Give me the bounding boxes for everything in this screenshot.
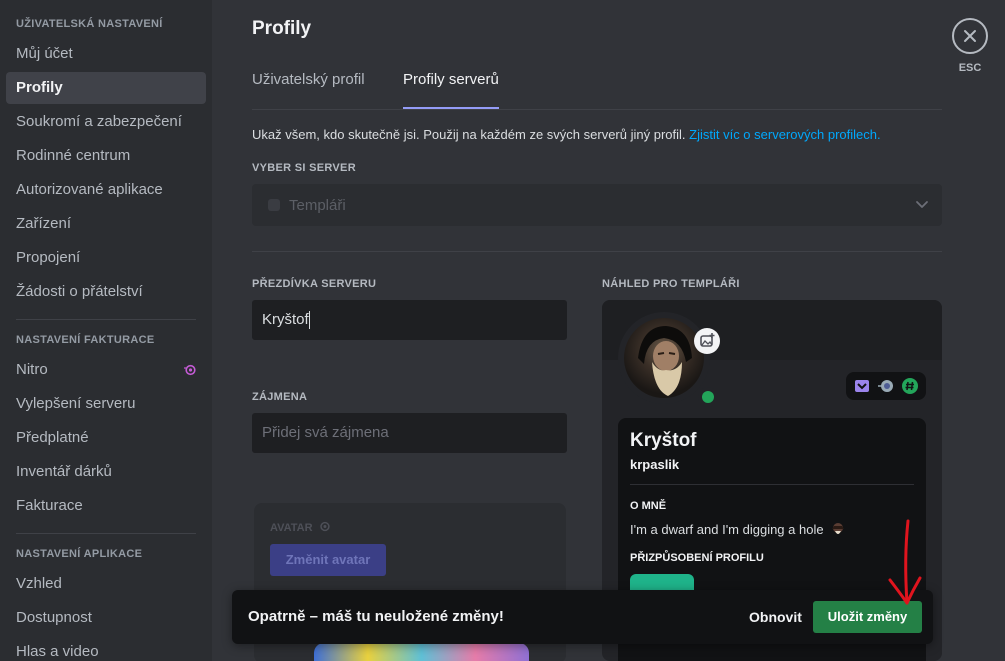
tab-server-profiles[interactable]: Profily serverů <box>403 71 499 109</box>
text-caret <box>308 311 310 330</box>
emoji-icon <box>832 523 845 534</box>
profile-divider <box>630 484 914 485</box>
display-name: Kryštof <box>630 430 697 451</box>
boost-badge-icon[interactable] <box>878 378 894 394</box>
add-image-icon[interactable] <box>694 328 720 354</box>
sidebar-item-nitro[interactable]: Nitro <box>6 354 206 386</box>
sidebar-item-gift-inventory[interactable]: Inventář dárků <box>6 456 206 488</box>
sidebar-header-user-settings: UŽIVATELSKÁ NASTAVENÍ <box>16 18 163 30</box>
username: krpaslik <box>630 457 680 472</box>
sidebar-item-friend-requests[interactable]: Žádosti o přátelství <box>6 276 206 308</box>
profile-customization-header: PŘIZPŮSOBENÍ PROFILU <box>630 552 764 564</box>
sidebar-item-label: Nitro <box>16 361 48 378</box>
close-button[interactable] <box>952 18 988 54</box>
sidebar-item-my-account[interactable]: Můj účet <box>6 38 206 70</box>
nitro-badge-icon[interactable] <box>854 378 870 394</box>
online-status-indicator <box>698 387 718 407</box>
avatar-ring <box>618 312 720 407</box>
sidebar-item-privacy-safety[interactable]: Soukromí a zabezpečení <box>6 106 206 138</box>
settings-window: UŽIVATELSKÁ NASTAVENÍ Můj účet Profily S… <box>0 0 1005 661</box>
profile-badges <box>846 372 926 400</box>
sidebar-divider <box>16 319 196 320</box>
sidebar-item-appearance[interactable]: Vzhled <box>6 568 206 600</box>
nickname-label: PŘEZDÍVKA SERVERU <box>252 278 377 290</box>
sidebar-divider <box>16 533 196 534</box>
sidebar-item-subscriptions[interactable]: Předplatné <box>6 422 206 454</box>
learn-more-link[interactable]: Zjistit víc o serverových profilech. <box>689 127 880 142</box>
nickname-value: Kryštof <box>262 311 309 328</box>
pronouns-label: ZÁJMENA <box>252 391 308 403</box>
section-divider <box>252 251 942 252</box>
settings-sidebar: UŽIVATELSKÁ NASTAVENÍ Můj účet Profily S… <box>0 0 212 661</box>
pronouns-input[interactable]: Přidej svá zájmena <box>252 413 567 453</box>
server-icon <box>268 199 280 211</box>
sidebar-header-app-settings: NASTAVENÍ APLIKACE <box>16 548 143 560</box>
chevron-down-icon <box>916 201 928 208</box>
server-select-label: VYBER SI SERVER <box>252 162 356 174</box>
avatar-decoration-art <box>314 643 529 661</box>
server-select-value: Templáři <box>289 197 346 214</box>
sidebar-header-billing: NASTAVENÍ FAKTURACE <box>16 334 155 346</box>
nickname-input[interactable]: Kryštof <box>252 300 567 340</box>
annotation-arrow-icon <box>888 519 922 605</box>
nitro-icon <box>319 521 330 532</box>
sidebar-item-authorized-apps[interactable]: Autorizované aplikace <box>6 174 206 206</box>
about-me-text: I'm a dwarf and I'm digging a hole <box>630 521 847 537</box>
sidebar-item-accessibility[interactable]: Dostupnost <box>6 602 206 634</box>
sidebar-item-profiles[interactable]: Profily <box>6 72 206 104</box>
close-icon <box>964 30 976 42</box>
sidebar-item-connections[interactable]: Propojení <box>6 242 206 274</box>
avatar <box>624 318 704 398</box>
sidebar-item-server-boost[interactable]: Vylepšení serveru <box>6 388 206 420</box>
about-me-header: O MNĚ <box>630 500 667 512</box>
about-me-value: I'm a dwarf and I'm digging a hole <box>630 522 824 537</box>
tab-user-profile[interactable]: Uživatelský profil <box>252 71 365 109</box>
sidebar-item-devices[interactable]: Zařízení <box>6 208 206 240</box>
sidebar-item-billing[interactable]: Fakturace <box>6 490 206 522</box>
page-description: Ukaž všem, kdo skutečně jsi. Použij na k… <box>252 127 881 142</box>
sidebar-item-voice-video[interactable]: Hlas a video <box>6 636 206 661</box>
hashtag-badge-icon[interactable] <box>902 378 918 394</box>
unsaved-changes-message: Opatrně – máš tu neuložené změny! <box>248 608 504 625</box>
profile-tabs: Uživatelský profil Profily serverů <box>252 62 942 110</box>
change-avatar-button[interactable]: Změnit avatar <box>270 544 386 576</box>
avatar-image <box>638 326 692 396</box>
sidebar-item-family-center[interactable]: Rodinné centrum <box>6 140 206 172</box>
avatar-label-text: AVATAR <box>270 522 313 534</box>
description-text: Ukaž všem, kdo skutečně jsi. Použij na k… <box>252 127 686 142</box>
nitro-icon <box>184 364 196 376</box>
esc-label: ESC <box>958 62 982 74</box>
profiles-page: Profily Uživatelský profil Profily serve… <box>252 0 942 661</box>
reset-button[interactable]: Obnovit <box>749 609 802 625</box>
page-title: Profily <box>252 18 312 39</box>
server-select[interactable]: Templáři <box>252 184 942 226</box>
avatar-label: AVATAR <box>270 521 330 534</box>
unsaved-changes-bar: Opatrně – máš tu neuložené změny! Obnovi… <box>232 590 933 644</box>
preview-label: NÁHLED PRO TEMPLÁŘI <box>602 278 740 290</box>
